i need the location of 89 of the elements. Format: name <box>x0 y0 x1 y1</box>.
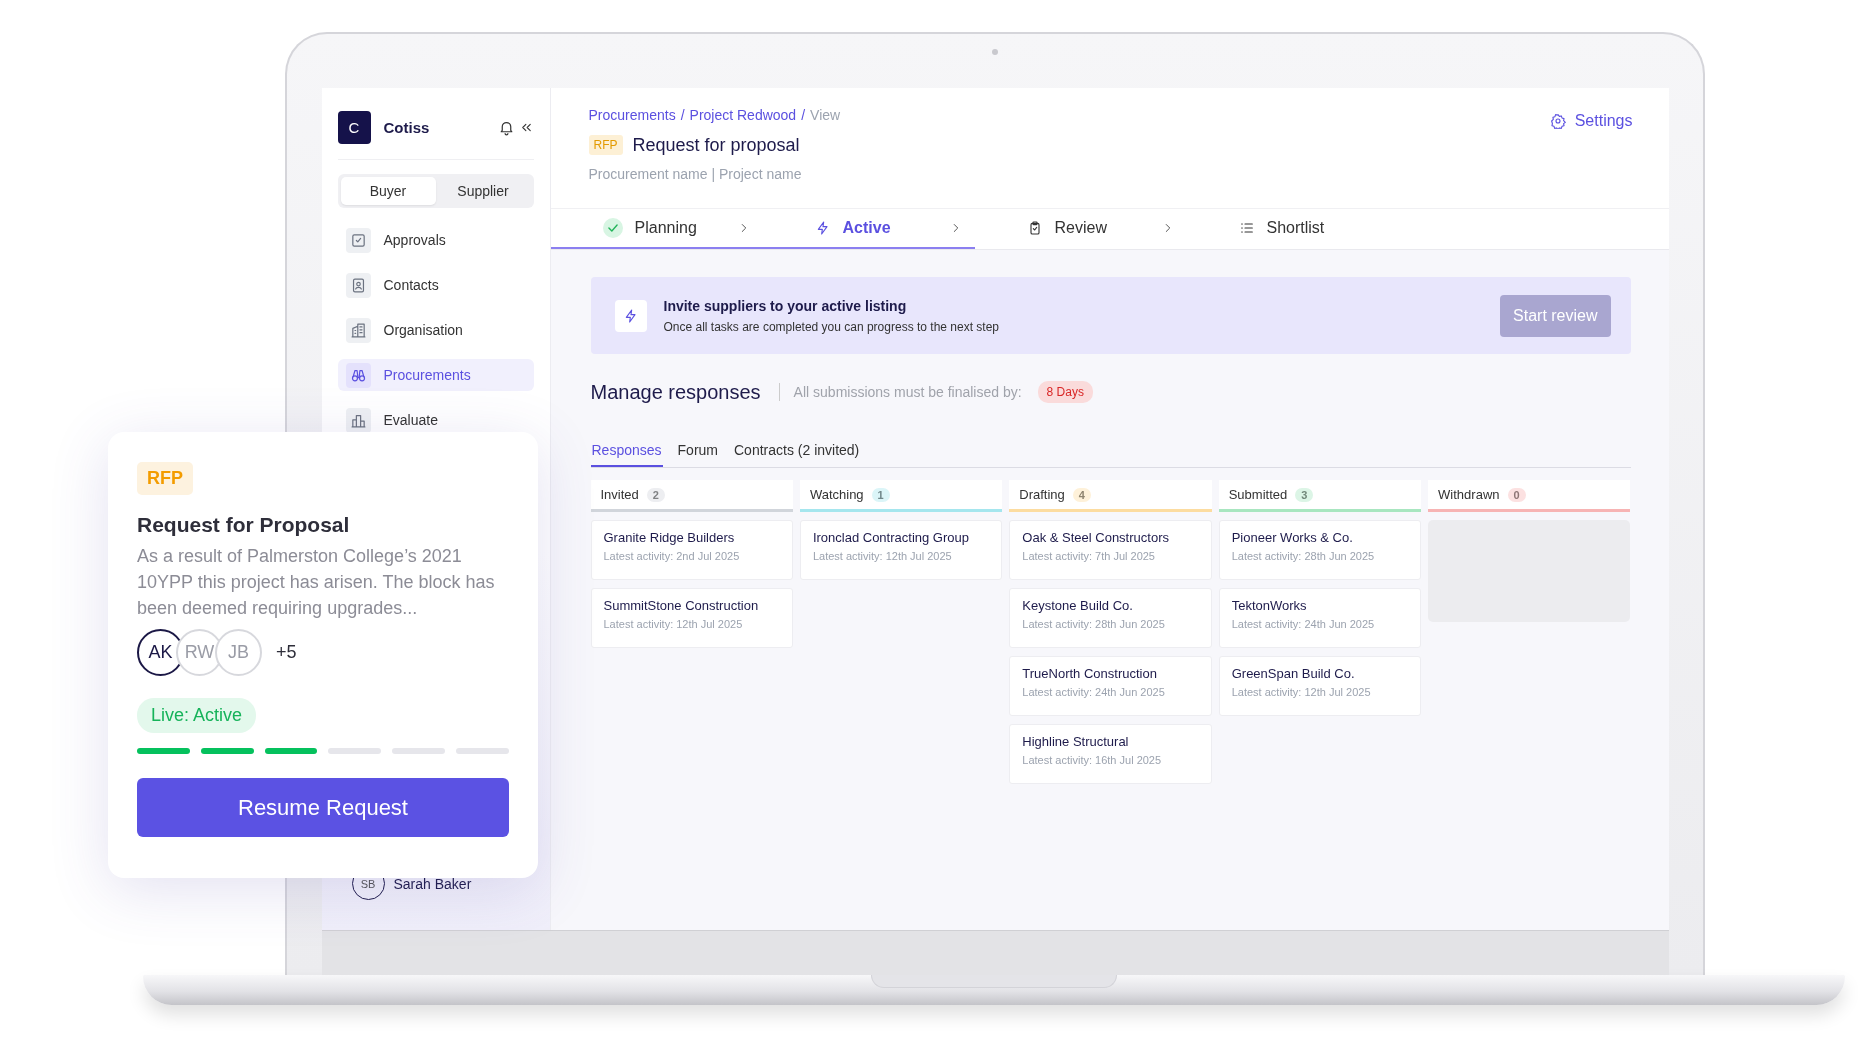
role-toggle-option[interactable]: Buyer <box>340 177 436 205</box>
activity-date: Latest activity: 2nd Jul 2025 <box>603 550 741 562</box>
step-tab[interactable]: Review <box>974 209 1187 249</box>
company-name: Keystone Build Co. <box>1022 598 1134 613</box>
response-card[interactable]: Keystone Build Co. Latest activity: 28th Jun 2025 <box>1009 588 1212 648</box>
column-title: Drafting <box>1019 487 1065 502</box>
company-name: GreenSpan Build Co. <box>1231 666 1356 681</box>
more-count: +5 <box>276 642 297 663</box>
card-description: As a result of Palmerston College’s 2021 10YPP this project has arisen. The block has been deemed requiring upgrades... <box>137 545 496 620</box>
activity-date: Latest activity: 12th Jul 2025 <box>1231 686 1372 698</box>
list-icon <box>1238 220 1255 236</box>
checkbox-icon <box>349 231 367 249</box>
building-icon <box>349 321 367 339</box>
response-card[interactable]: Granite Ridge Builders Latest activity: 2nd Jul 2025 <box>590 520 793 580</box>
step-tab[interactable]: Shortlist <box>1186 209 1399 249</box>
settings-link[interactable]: Settings <box>1549 112 1633 130</box>
company-name: Oak & Steel Constructors <box>1022 530 1170 545</box>
breadcrumb-current: View <box>810 107 841 123</box>
logo: C <box>337 110 371 144</box>
sidebar-item[interactable]: Procurements <box>337 359 534 391</box>
user-avatar: JB <box>215 629 262 676</box>
settings-icon <box>1549 113 1566 129</box>
resume-request-button[interactable]: Resume Request <box>137 778 509 837</box>
response-card[interactable]: TrueNorth Construction Latest activity: 24th Jun 2025 <box>1009 656 1212 716</box>
company-name: Pioneer Works & Co. <box>1231 530 1354 545</box>
breadcrumb-separator: / <box>680 107 685 123</box>
activity-date: Latest activity: 12th Jul 2025 <box>812 550 953 562</box>
role-toggle-option[interactable]: Supplier <box>435 177 531 205</box>
deadline-badge: 8 Days <box>1037 381 1093 403</box>
tab[interactable]: Responses <box>590 434 663 467</box>
response-card[interactable]: Oak & Steel Constructors Latest activity: 7th Jul 2025 <box>1009 520 1212 580</box>
response-card[interactable]: Ironclad Contracting Group Latest activity: 12th Jul 2025 <box>799 520 1003 580</box>
count-badge: 2 <box>646 487 665 502</box>
sidebar-item[interactable]: Organisation <box>337 314 534 346</box>
type-badge: RFP <box>588 135 623 155</box>
sidebar-item-label: Approvals <box>383 232 446 248</box>
card-title: Request for Proposal <box>137 513 350 537</box>
column-title: Submitted <box>1228 487 1288 502</box>
step-tab[interactable]: Planning <box>550 209 763 249</box>
company-name: Ironclad Contracting Group <box>812 530 970 545</box>
count-badge: 0 <box>1507 487 1526 502</box>
count-badge: 1 <box>871 487 890 502</box>
column-title: Withdrawn <box>1438 487 1500 502</box>
section-title: Manage responses <box>590 380 761 404</box>
camera-lens <box>992 49 998 55</box>
sidebar-item-label: Procurements <box>383 367 471 383</box>
response-card[interactable]: SummitStone Construction Latest activity: 12th Jul 2025 <box>590 588 793 648</box>
tab[interactable]: Contracts (2 invited) <box>733 434 861 467</box>
sidebar-item[interactable]: Contacts <box>337 269 534 301</box>
activity-date: Latest activity: 28th Jun 2025 <box>1022 618 1166 630</box>
tab[interactable]: Forum <box>676 434 719 467</box>
breadcrumb-separator: / <box>801 107 806 123</box>
column-title: Invited <box>600 487 639 502</box>
activity-date: Latest activity: 24th Jun 2025 <box>1231 618 1376 630</box>
sidebar-item-label: Contacts <box>383 277 439 293</box>
deadline-label: All submissions must be finalised by: <box>793 384 1022 400</box>
response-card[interactable]: Highline Structural Latest activity: 16th Jul 2025 <box>1009 724 1212 784</box>
step-tab[interactable]: Active <box>762 209 975 249</box>
sidebar-item[interactable]: Approvals <box>337 224 534 256</box>
banner-text: Once all tasks are completed you can progress to the next step <box>663 319 999 334</box>
count-badge: 3 <box>1295 487 1314 502</box>
company-name: Granite Ridge Builders <box>603 530 736 545</box>
type-badge: RFP <box>137 462 193 495</box>
activity-date: Latest activity: 24th Jun 2025 <box>1022 686 1166 698</box>
sidebar-item[interactable]: Evaluate <box>337 404 534 436</box>
check-circle-icon <box>602 218 623 238</box>
activity-date: Latest activity: 28th Jun 2025 <box>1231 550 1376 562</box>
activity-date: Latest activity: 7th Jul 2025 <box>1022 550 1156 562</box>
company-name: TektonWorks <box>1231 598 1308 613</box>
company-name: Highline Structural <box>1022 734 1130 749</box>
response-card[interactable]: GreenSpan Build Co. Latest activity: 12th Jul 2025 <box>1218 656 1422 716</box>
activity-date: Latest activity: 12th Jul 2025 <box>603 618 744 630</box>
count-badge: 4 <box>1072 487 1091 502</box>
company-name: SummitStone Construction <box>603 598 760 613</box>
banner-title: Invite suppliers to your active listing <box>663 297 908 314</box>
column-title: Watching <box>809 487 864 502</box>
status-badge: Live: Active <box>137 698 257 733</box>
user-name: Sarah Baker <box>393 875 472 892</box>
page-subtitle: Procurement name | Project name <box>588 166 803 182</box>
breadcrumb-link[interactable]: Project Redwood <box>689 107 797 123</box>
sidebar-item-label: Evaluate <box>383 412 438 428</box>
response-card[interactable]: TektonWorks Latest activity: 24th Jun 2025 <box>1218 588 1422 648</box>
page-title: Request for proposal <box>632 134 800 156</box>
company-name: TrueNorth Construction <box>1022 666 1158 681</box>
response-card[interactable]: Pioneer Works & Co. Latest activity: 28th Jun 2025 <box>1218 520 1422 580</box>
sidebar-item-label: Organisation <box>383 322 463 338</box>
activity-date: Latest activity: 16th Jul 2025 <box>1022 754 1163 766</box>
breadcrumb-link[interactable]: Procurements <box>588 107 676 123</box>
brand-name: Cotiss <box>383 118 430 136</box>
